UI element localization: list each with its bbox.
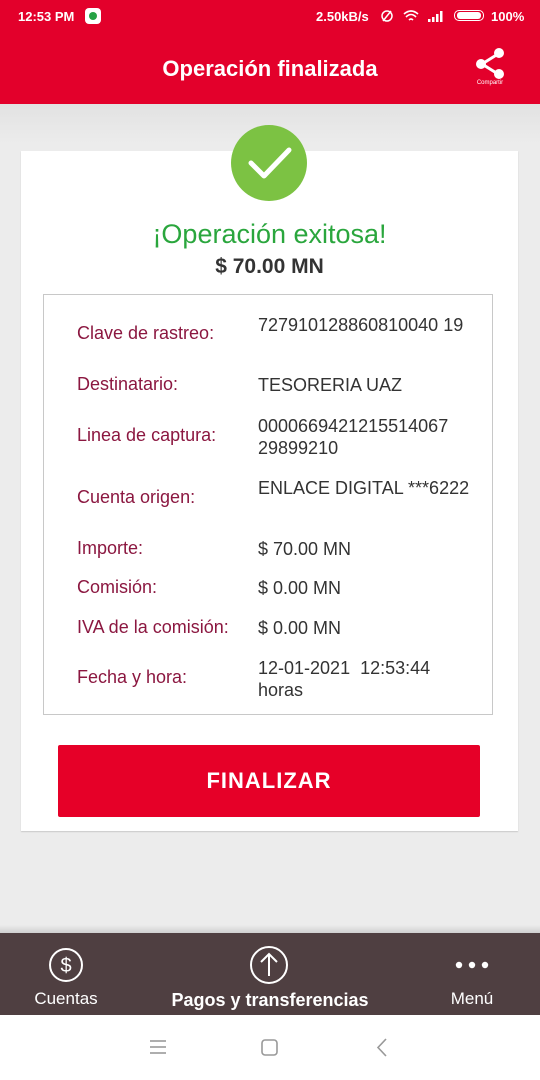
network-speed: 2.50kB/s: [316, 9, 369, 24]
value-fecha-hora: 12-01-2021 12:53:44 horas: [258, 658, 436, 700]
whatsapp-notification-icon: [85, 8, 101, 24]
label-importe: Importe:: [77, 538, 144, 558]
value-cuenta-origen: ENLACE DIGITAL ***6222: [258, 478, 470, 498]
share-button[interactable]: Compartir: [470, 46, 510, 90]
label-fecha-hora: Fecha y hora:: [77, 667, 188, 687]
nav-item-cuentas[interactable]: $ Cuentas: [10, 933, 122, 1015]
label-cuenta-origen: Cuenta origen:: [77, 487, 196, 507]
svg-text:$: $: [60, 955, 71, 977]
status-bar: 12:53 PM 2.50kB/s 100%: [0, 0, 540, 32]
label-iva-comision: IVA de la comisión:: [77, 617, 229, 637]
bottom-nav: $ Cuentas Pagos y transferencias Menú: [0, 933, 540, 1015]
value-importe: $ 70.00 MN: [258, 539, 352, 559]
battery-icon: [454, 10, 484, 21]
value-iva-comision: $ 0.00 MN: [258, 618, 342, 638]
label-clave-rastreo: Clave de rastreo:: [77, 323, 215, 343]
more-dots-icon: [455, 961, 489, 969]
operation-amount: $ 70.00 MN: [215, 255, 324, 278]
status-time: 12:53 PM: [18, 9, 75, 24]
app-bar: Operación finalizada Compartir: [0, 32, 540, 104]
value-comision: $ 0.00 MN: [258, 578, 342, 598]
success-message: ¡Operación exitosa!: [152, 219, 387, 249]
signal-wifi-icons: [380, 9, 446, 26]
nav-label-menu: Menú: [450, 989, 494, 1008]
share-label: Compartir: [476, 80, 504, 86]
nav-label-cuentas: Cuentas: [34, 989, 98, 1008]
recent-apps-icon[interactable]: [149, 1039, 167, 1055]
battery-percent: 100%: [491, 9, 525, 24]
dollar-circle-icon: $: [49, 948, 83, 982]
success-check-icon: [231, 125, 307, 201]
nav-item-menu[interactable]: Menú: [420, 933, 524, 1015]
share-icon: [476, 48, 504, 79]
status-icons: [381, 10, 443, 22]
nav-item-pagos[interactable]: Pagos y transferencias: [150, 933, 390, 1015]
nav-label-pagos: Pagos y transferencias: [171, 990, 369, 1010]
value-linea-captura: 0000669421215514067 29899210: [258, 416, 449, 458]
finalizar-button[interactable]: FINALIZAR: [58, 745, 480, 817]
home-icon[interactable]: [261, 1039, 278, 1056]
checkmark-icon: [248, 147, 292, 179]
label-linea-captura: Linea de captura:: [77, 425, 217, 445]
label-destinatario: Destinatario:: [77, 374, 179, 394]
value-destinatario: TESORERIA UAZ: [258, 375, 403, 395]
system-nav-bar: [0, 1015, 540, 1080]
label-comision: Comisión:: [77, 577, 158, 597]
value-clave-rastreo: 727910128860810040 19: [258, 315, 464, 335]
back-icon[interactable]: [376, 1038, 388, 1057]
page-title: Operación finalizada: [162, 56, 378, 81]
arrow-up-circle-icon: [250, 946, 288, 984]
nav-shadow: [0, 925, 540, 933]
